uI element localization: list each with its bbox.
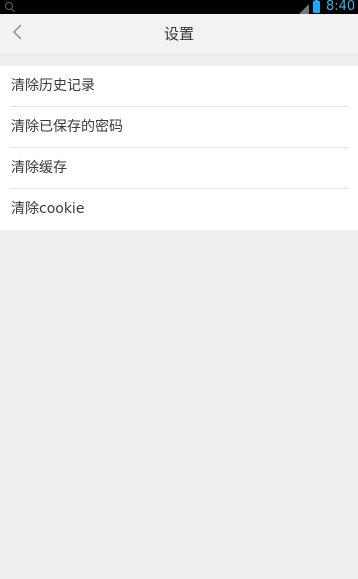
clear-history-label: 清除历史记录	[11, 78, 95, 94]
status-bar: 8:40	[0, 0, 358, 16]
clear-cookie-item[interactable]: 清除cookie	[0, 189, 358, 230]
clear-history-item[interactable]: 清除历史记录	[0, 66, 358, 107]
page-title: 设置	[163, 25, 194, 43]
nav-bar: 设置	[0, 14, 358, 54]
battery-icon	[313, 0, 320, 13]
search-icon	[5, 2, 13, 10]
status-time: 8:40	[326, 0, 356, 14]
clear-cache-item[interactable]: 清除缓存	[0, 148, 358, 189]
settings-list: 清除历史记录 清除已保存的密码 清除缓存 清除cookie	[0, 66, 358, 230]
clear-cookie-label: 清除cookie	[11, 201, 85, 217]
nav-divider	[0, 54, 358, 55]
clear-saved-passwords-item[interactable]: 清除已保存的密码	[0, 107, 358, 148]
clear-saved-passwords-label: 清除已保存的密码	[11, 119, 123, 135]
clear-cache-label: 清除缓存	[11, 160, 67, 176]
